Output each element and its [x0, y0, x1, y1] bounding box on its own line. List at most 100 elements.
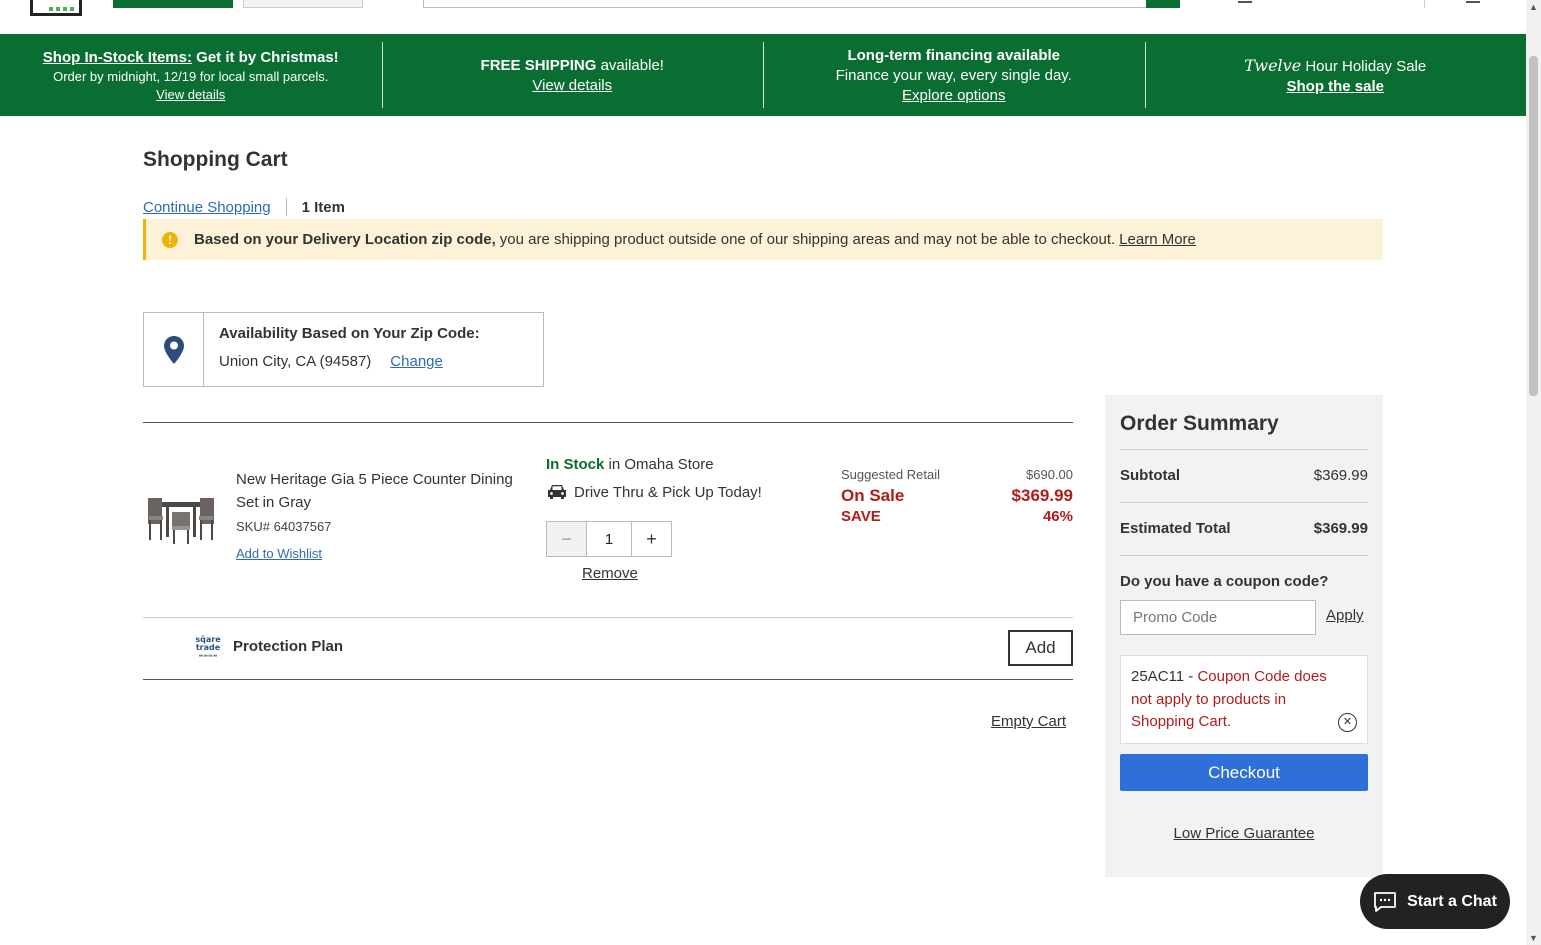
apply-promo-link[interactable]: Apply — [1326, 607, 1364, 624]
cart-divider-bottom — [143, 679, 1073, 680]
cart-divider-mid — [143, 617, 1073, 618]
header-search-input[interactable] — [423, 0, 1147, 8]
page-title: Shopping Cart — [143, 148, 288, 171]
save-row: SAVE 46% — [841, 506, 1073, 525]
zip-text: Availability Based on Your Zip Code: Uni… — [204, 313, 480, 386]
cart-nav: Continue Shopping 1 Item — [143, 198, 345, 216]
header-divider — [1424, 0, 1425, 8]
empty-cart-link[interactable]: Empty Cart — [991, 713, 1066, 730]
zip-pin-cell — [144, 313, 204, 386]
header-secondary-button[interactable] — [243, 0, 363, 8]
promo-holiday-sale: Twelve Hour Holiday Sale Shop the sale — [1144, 34, 1527, 116]
promo-financing-subtext: Finance your way, every single day. — [835, 66, 1072, 84]
promo-instock-subtext: Order by midnight, 12/19 for local small… — [53, 68, 329, 84]
summary-divider — [1120, 555, 1368, 556]
nav-divider — [285, 198, 287, 216]
subtotal-row: Subtotal $369.99 — [1120, 467, 1368, 484]
stock-location: in Omaha Store — [604, 456, 714, 473]
promo-instock-details-link[interactable]: View details — [156, 87, 225, 102]
scrollbar[interactable]: ▲ ▼ — [1526, 0, 1541, 945]
header-primary-button[interactable] — [113, 0, 233, 8]
product-info: New Heritage Gia 5 Piece Counter Dining … — [236, 468, 516, 563]
learn-more-link[interactable]: Learn More — [1119, 231, 1196, 248]
warning-bold-text: Based on your Delivery Location zip code… — [194, 231, 496, 248]
cart-divider-top — [143, 422, 1073, 423]
continue-shopping-link[interactable]: Continue Shopping — [143, 199, 271, 216]
zip-title: Availability Based on Your Zip Code: — [219, 325, 480, 342]
summary-divider — [1120, 502, 1368, 503]
scroll-down-arrow-icon[interactable]: ▼ — [1529, 933, 1538, 943]
account-icon[interactable] — [1238, 0, 1252, 3]
minus-icon[interactable]: − — [547, 522, 587, 556]
suggested-retail-price: $690.00 — [1026, 467, 1073, 482]
promo-holiday-headline: Twelve Hour Holiday Sale — [1244, 56, 1426, 75]
zip-location: Union City, CA (94587) — [219, 353, 372, 370]
subtotal-label: Subtotal — [1120, 467, 1180, 484]
promo-instock-headline: Shop In-Stock Items: Get it by Christmas… — [43, 49, 339, 66]
coupon-code: 25AC11 - — [1131, 668, 1198, 685]
checkout-button[interactable]: Checkout — [1120, 754, 1368, 791]
promo-shipping-headline: FREE SHIPPING available! — [481, 57, 664, 74]
price-block: Suggested Retail $690.00 On Sale $369.99… — [841, 467, 1073, 525]
subtotal-value: $369.99 — [1313, 467, 1368, 484]
promo-script-word: Twelve — [1244, 55, 1302, 75]
sale-price: $369.99 — [1011, 486, 1073, 505]
suggested-retail-row: Suggested Retail $690.00 — [841, 467, 1073, 482]
promo-instock: Shop In-Stock Items: Get it by Christmas… — [0, 34, 382, 116]
save-percent: 46% — [1042, 508, 1073, 525]
promo-financing-headline: Long-term financing available — [847, 46, 1061, 64]
promo-financing-link[interactable]: Explore options — [902, 87, 1005, 104]
order-summary-title: Order Summary — [1120, 412, 1279, 435]
add-to-wishlist-link[interactable]: Add to Wishlist — [236, 546, 322, 561]
pickup-info: Drive Thru & Pick Up Today! — [546, 483, 762, 501]
plus-icon[interactable]: + — [631, 522, 671, 556]
location-pin-icon — [163, 335, 184, 364]
scroll-up-arrow-icon[interactable]: ▲ — [1529, 2, 1538, 12]
product-sku: SKU# 64037567 — [236, 519, 332, 534]
site-header — [0, 0, 1526, 34]
estimated-total-value: $369.99 — [1313, 520, 1368, 537]
zip-change-link[interactable]: Change — [390, 353, 443, 370]
free-shipping-text: FREE SHIPPING — [480, 56, 597, 74]
car-icon — [548, 485, 566, 499]
shipping-warning: ! Based on your Delivery Location zip co… — [143, 219, 1383, 260]
sale-row: On Sale $369.99 — [841, 482, 1073, 506]
add-protection-button[interactable]: Add — [1008, 630, 1073, 666]
scrollbar-thumb[interactable] — [1529, 56, 1538, 396]
header-search-button[interactable] — [1146, 0, 1180, 8]
close-circle-icon[interactable]: ✕ — [1338, 713, 1357, 732]
summary-divider — [1120, 449, 1368, 450]
on-sale-label: On Sale — [841, 486, 905, 505]
cart-icon[interactable] — [1466, 0, 1480, 3]
start-chat-button[interactable]: Start a Chat — [1360, 874, 1510, 929]
quantity-stepper: − 1 + — [546, 521, 672, 557]
site-logo[interactable] — [30, 0, 82, 16]
low-price-guarantee-link[interactable]: Low Price Guarantee — [1105, 825, 1383, 842]
start-chat-label: Start a Chat — [1407, 892, 1497, 910]
warning-icon: ! — [162, 231, 178, 248]
estimated-total-label: Estimated Total — [1120, 520, 1231, 537]
shop-instock-link[interactable]: Shop In-Stock Items: — [43, 49, 192, 66]
promo-banner: Shop In-Stock Items: Get it by Christmas… — [0, 34, 1526, 116]
promo-code-input[interactable] — [1120, 600, 1316, 635]
remove-link[interactable]: Remove — [582, 565, 638, 582]
coupon-message: 25AC11 - Coupon Code does not apply to p… — [1120, 655, 1368, 744]
stock-status: In Stock in Omaha Store — [546, 456, 714, 473]
squaretrade-logo: sq̈are trade ▬▬▬▬ — [195, 635, 221, 660]
product-name[interactable]: New Heritage Gia 5 Piece Counter Dining … — [236, 468, 516, 514]
zip-line: Union City, CA (94587) Change — [219, 353, 480, 370]
promo-financing: Long-term financing available Finance yo… — [763, 34, 1145, 116]
in-stock-label: In Stock — [546, 456, 605, 473]
promo-shipping-rest: available! — [596, 56, 664, 74]
quantity-value[interactable]: 1 — [587, 522, 631, 556]
chat-icon — [1374, 891, 1396, 912]
product-image[interactable] — [146, 486, 216, 546]
promo-holiday-link[interactable]: Shop the sale — [1286, 78, 1384, 95]
protection-plan-label: Protection Plan — [233, 638, 344, 655]
promo-instock-headline-rest: Get it by Christmas! — [191, 48, 339, 66]
warning-text: you are shipping product outside one of … — [499, 231, 1116, 248]
promo-shipping-details-link[interactable]: View details — [532, 77, 612, 94]
promo-holiday-text: Hour Holiday Sale — [1301, 57, 1427, 75]
promo-shipping: FREE SHIPPING available! View details — [381, 34, 764, 116]
suggested-retail-label: Suggested Retail — [841, 467, 941, 482]
